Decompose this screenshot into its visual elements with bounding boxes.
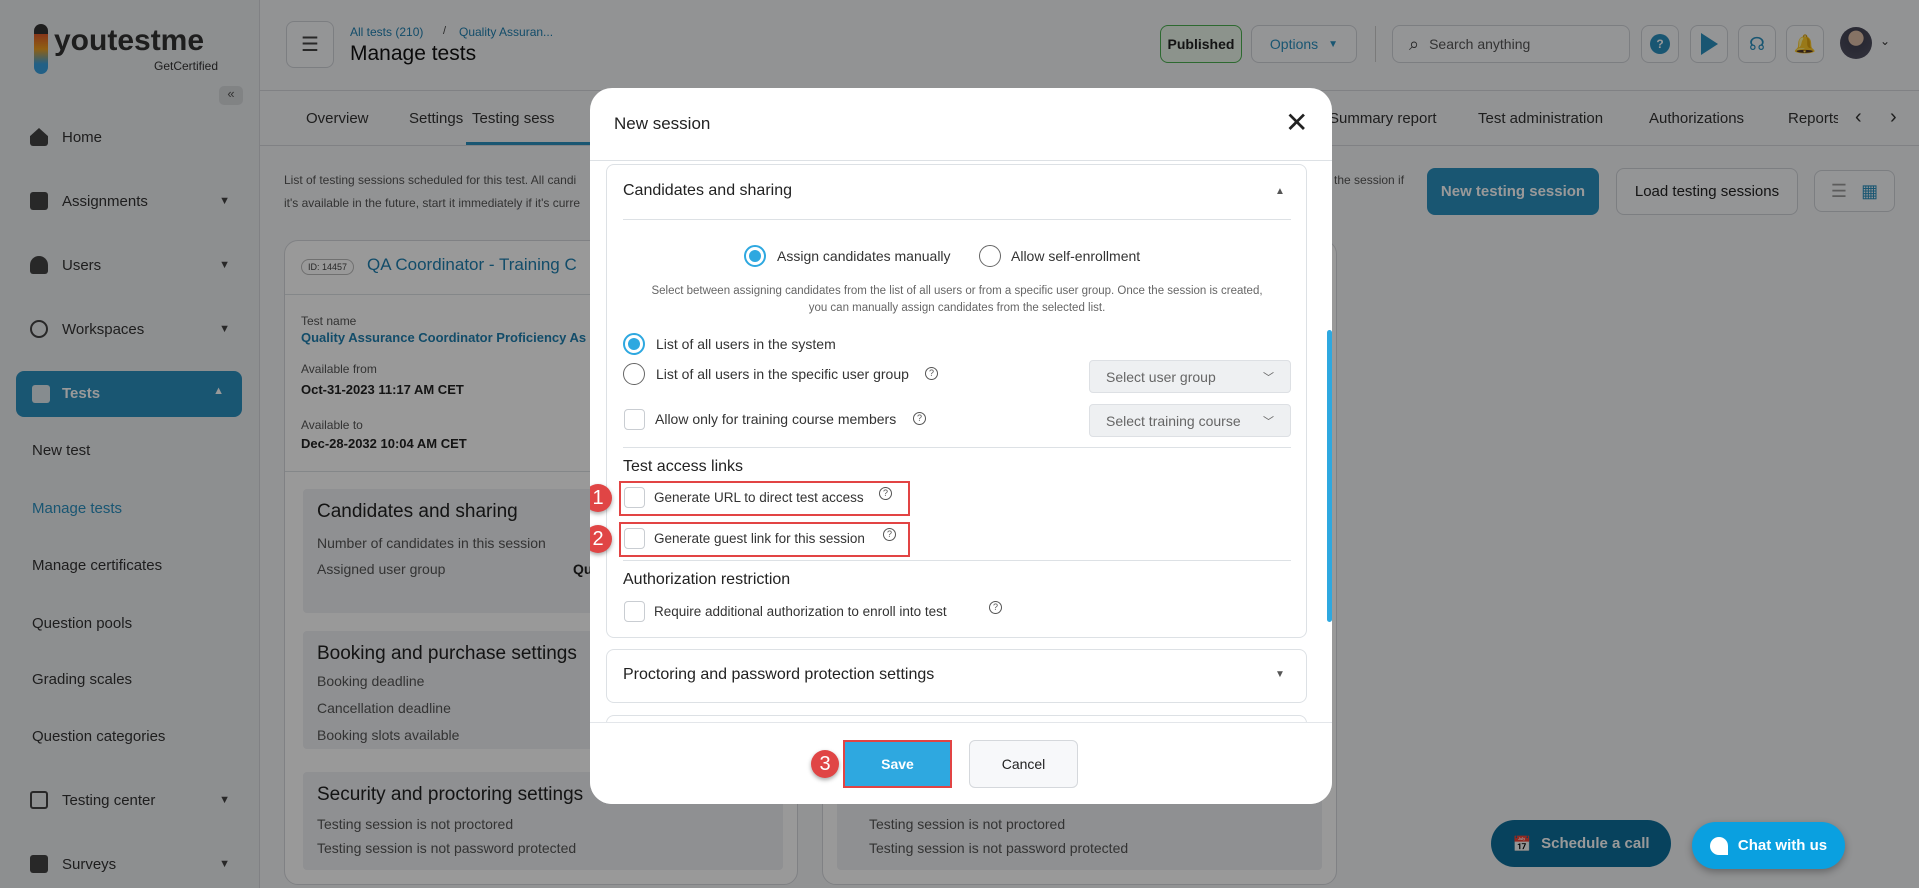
help-icon[interactable]: ?: [883, 528, 896, 541]
dialog-title: New session: [614, 114, 711, 133]
help-icon[interactable]: ?: [913, 412, 926, 425]
radio-label: Allow self-enrollment: [1011, 248, 1141, 264]
chevron-down-icon: ﹀: [1263, 415, 1274, 428]
all-users-radio[interactable]: [623, 333, 645, 355]
chat-bubble-icon: [1709, 836, 1728, 855]
chat-label: Chat with us: [1737, 837, 1828, 854]
require-authorization-checkbox[interactable]: [624, 601, 645, 622]
select-placeholder: Select user group: [1106, 368, 1216, 385]
checkbox-label: Allow only for training course members: [655, 411, 897, 427]
section-title: Test access links: [623, 458, 744, 475]
training-course-checkbox[interactable]: [624, 409, 645, 430]
help-icon[interactable]: ?: [989, 601, 1002, 614]
section-title: Authorization restriction: [623, 571, 791, 588]
proctoring-panel[interactable]: Proctoring and password protection setti…: [606, 649, 1307, 703]
save-button[interactable]: Save: [843, 740, 952, 788]
scrollbar[interactable]: [1327, 330, 1332, 622]
collapse-caret-icon[interactable]: ▲: [1275, 186, 1285, 197]
checkbox-label: Generate URL to direct test access: [654, 490, 864, 505]
divider: [623, 560, 1291, 561]
chevron-down-icon: ﹀: [1263, 371, 1274, 384]
radio-label: List of all users in the system: [656, 336, 836, 352]
help-icon[interactable]: ?: [879, 487, 892, 500]
self-enrollment-radio[interactable]: [979, 245, 1001, 267]
assign-manually-radio[interactable]: [744, 245, 766, 267]
select-placeholder: Select training course: [1106, 412, 1241, 429]
candidates-sharing-panel: Candidates and sharing ▲ Assign candidat…: [606, 164, 1307, 638]
cancel-button[interactable]: Cancel: [969, 740, 1078, 788]
radio-label: Assign candidates manually: [777, 248, 951, 264]
guest-link-checkbox[interactable]: [624, 528, 645, 549]
checkbox-label: Generate guest link for this session: [654, 531, 865, 546]
divider: [623, 447, 1291, 448]
step-badge-3: 3: [811, 750, 839, 778]
panel-title[interactable]: Candidates and sharing: [623, 182, 792, 200]
help-text: Select between assigning candidates from…: [651, 285, 1263, 314]
user-group-radio[interactable]: [623, 363, 645, 385]
close-icon[interactable]: ✕: [1285, 106, 1308, 139]
expand-caret-icon: ▼: [1275, 669, 1285, 680]
divider: [590, 160, 1332, 161]
new-session-dialog: New session ✕ Candidates and sharing ▲ A…: [590, 88, 1332, 804]
training-course-select[interactable]: Select training course ﹀: [1089, 404, 1291, 437]
direct-url-checkbox[interactable]: [624, 487, 645, 508]
checkbox-label: Require additional authorization to enro…: [654, 604, 947, 619]
chat-with-us-button[interactable]: Chat with us: [1692, 822, 1845, 869]
radio-label: List of all users in the specific user g…: [656, 366, 909, 382]
divider: [623, 219, 1291, 220]
panel-title: Proctoring and password protection setti…: [623, 666, 935, 683]
help-icon[interactable]: ?: [925, 367, 938, 380]
dialog-footer: 3 Save Cancel: [590, 722, 1332, 804]
user-group-select[interactable]: Select user group ﹀: [1089, 360, 1291, 393]
